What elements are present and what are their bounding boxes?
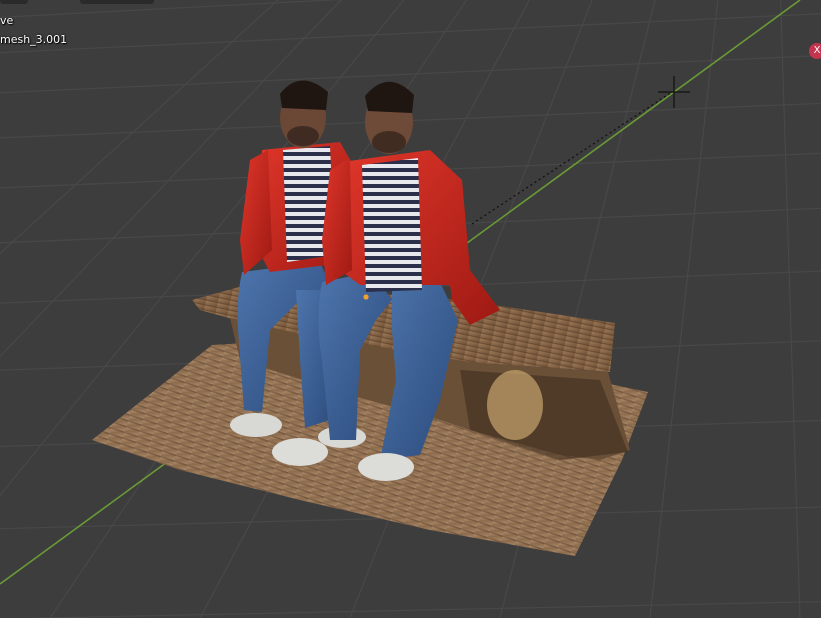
active-object-label: mesh_3.001 xyxy=(0,33,68,46)
view-name-label: ve xyxy=(0,14,14,27)
x-axis-gizmo-icon[interactable]: X xyxy=(809,43,821,59)
header-button-stub[interactable] xyxy=(0,0,28,4)
scan-mesh[interactable] xyxy=(92,80,648,556)
object-origin-point xyxy=(363,294,369,300)
header-button-stub[interactable] xyxy=(80,0,154,4)
parent-relation-line xyxy=(471,91,673,225)
3d-cursor-icon[interactable] xyxy=(658,76,690,108)
3d-viewport[interactable] xyxy=(0,0,821,618)
